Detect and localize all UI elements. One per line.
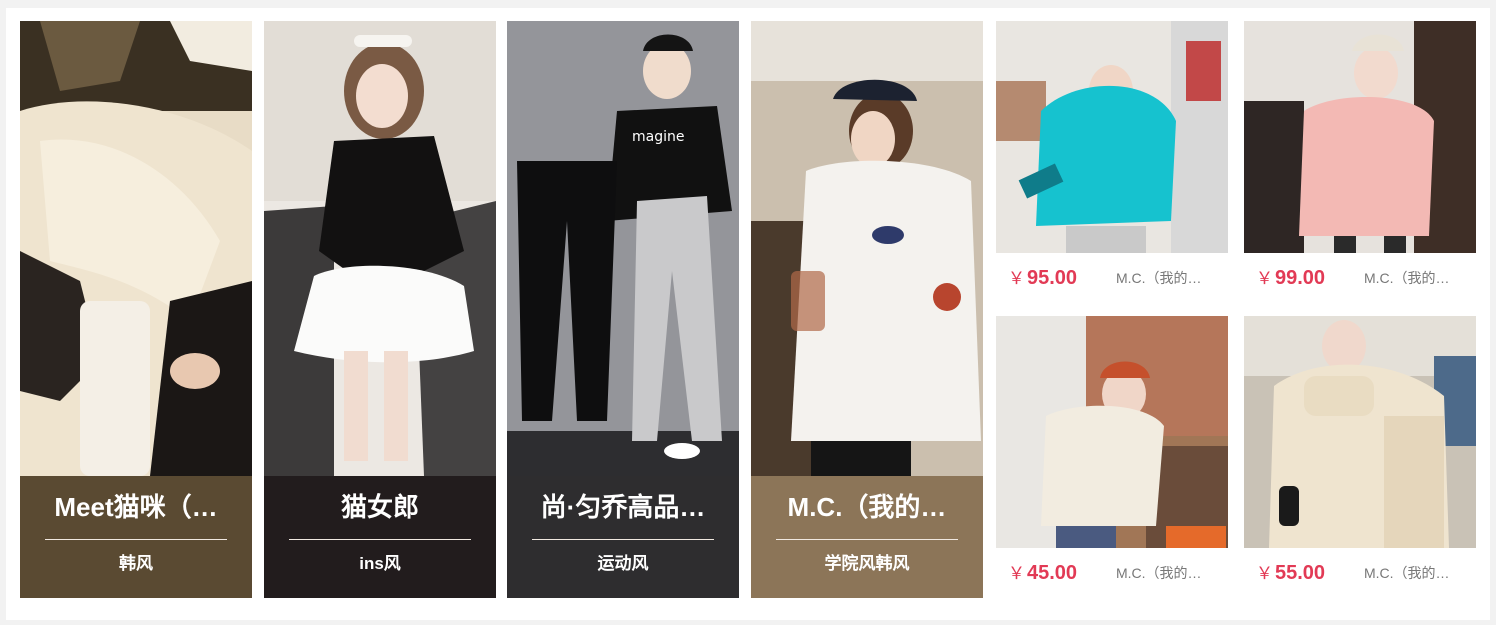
store-card-2[interactable]: 猫女郎 ins风: [264, 21, 496, 598]
price-value: 55.00: [1275, 562, 1326, 584]
product-image-2[interactable]: [1244, 21, 1476, 253]
product-card-1[interactable]: ￥ 95.00 M.C.（我的…: [996, 21, 1228, 306]
store-card-4[interactable]: M.C.（我的… 学院风韩风: [751, 21, 983, 598]
store-footer-3: 尚·匀乔高品… 运动风: [507, 476, 739, 598]
product-image-4[interactable]: [1244, 316, 1476, 548]
store-style-tag: 学院风韩风: [824, 554, 910, 573]
price-value: 99.00: [1275, 267, 1326, 289]
currency-symbol: ￥: [1008, 269, 1025, 288]
product-price: ￥ 95.00: [1008, 265, 1077, 292]
product-shop-name[interactable]: M.C.（我的…: [1364, 268, 1464, 288]
product-shop-name[interactable]: M.C.（我的…: [1364, 563, 1464, 583]
divider: [289, 539, 471, 540]
divider: [45, 539, 227, 540]
store-image-4[interactable]: [751, 21, 983, 476]
store-card-3[interactable]: magine 尚·匀乔高品… 运动风: [507, 21, 739, 598]
store-name[interactable]: 猫女郎: [278, 490, 482, 524]
product-shop-name[interactable]: M.C.（我的…: [1116, 268, 1216, 288]
store-name[interactable]: Meet猫咪（…: [34, 490, 238, 524]
currency-symbol: ￥: [1008, 564, 1025, 583]
divider: [532, 539, 714, 540]
product-price: ￥ 55.00: [1256, 560, 1325, 587]
price-value: 45.00: [1027, 562, 1078, 584]
svg-text:magine: magine: [632, 129, 684, 145]
product-price: ￥ 45.00: [1008, 560, 1077, 587]
product-shop-name[interactable]: M.C.（我的…: [1116, 563, 1216, 583]
currency-symbol: ￥: [1256, 269, 1273, 288]
currency-symbol: ￥: [1256, 564, 1273, 583]
store-name[interactable]: M.C.（我的…: [765, 490, 969, 524]
store-image-2[interactable]: [264, 21, 496, 476]
store-image-3[interactable]: magine: [507, 21, 739, 476]
store-footer-4: M.C.（我的… 学院风韩风: [751, 476, 983, 598]
store-name[interactable]: 尚·匀乔高品…: [521, 490, 725, 524]
store-card-1[interactable]: Meet猫咪（… 韩风: [20, 21, 252, 598]
product-image-1[interactable]: [996, 21, 1228, 253]
divider: [776, 539, 958, 540]
store-style-tag: 运动风: [597, 554, 649, 573]
price-value: 95.00: [1027, 267, 1078, 289]
store-footer-1: Meet猫咪（… 韩风: [20, 476, 252, 598]
product-card-2[interactable]: ￥ 99.00 M.C.（我的…: [1244, 21, 1476, 306]
store-style-tag: 韩风: [119, 554, 153, 573]
product-price: ￥ 99.00: [1256, 265, 1325, 292]
product-image-3[interactable]: [996, 316, 1228, 548]
product-card-4[interactable]: ￥ 55.00 M.C.（我的…: [1244, 316, 1476, 601]
store-image-1[interactable]: [20, 21, 252, 476]
product-card-3[interactable]: ￥ 45.00 M.C.（我的…: [996, 316, 1228, 601]
store-footer-2: 猫女郎 ins风: [264, 476, 496, 598]
store-style-tag: ins风: [359, 554, 401, 573]
